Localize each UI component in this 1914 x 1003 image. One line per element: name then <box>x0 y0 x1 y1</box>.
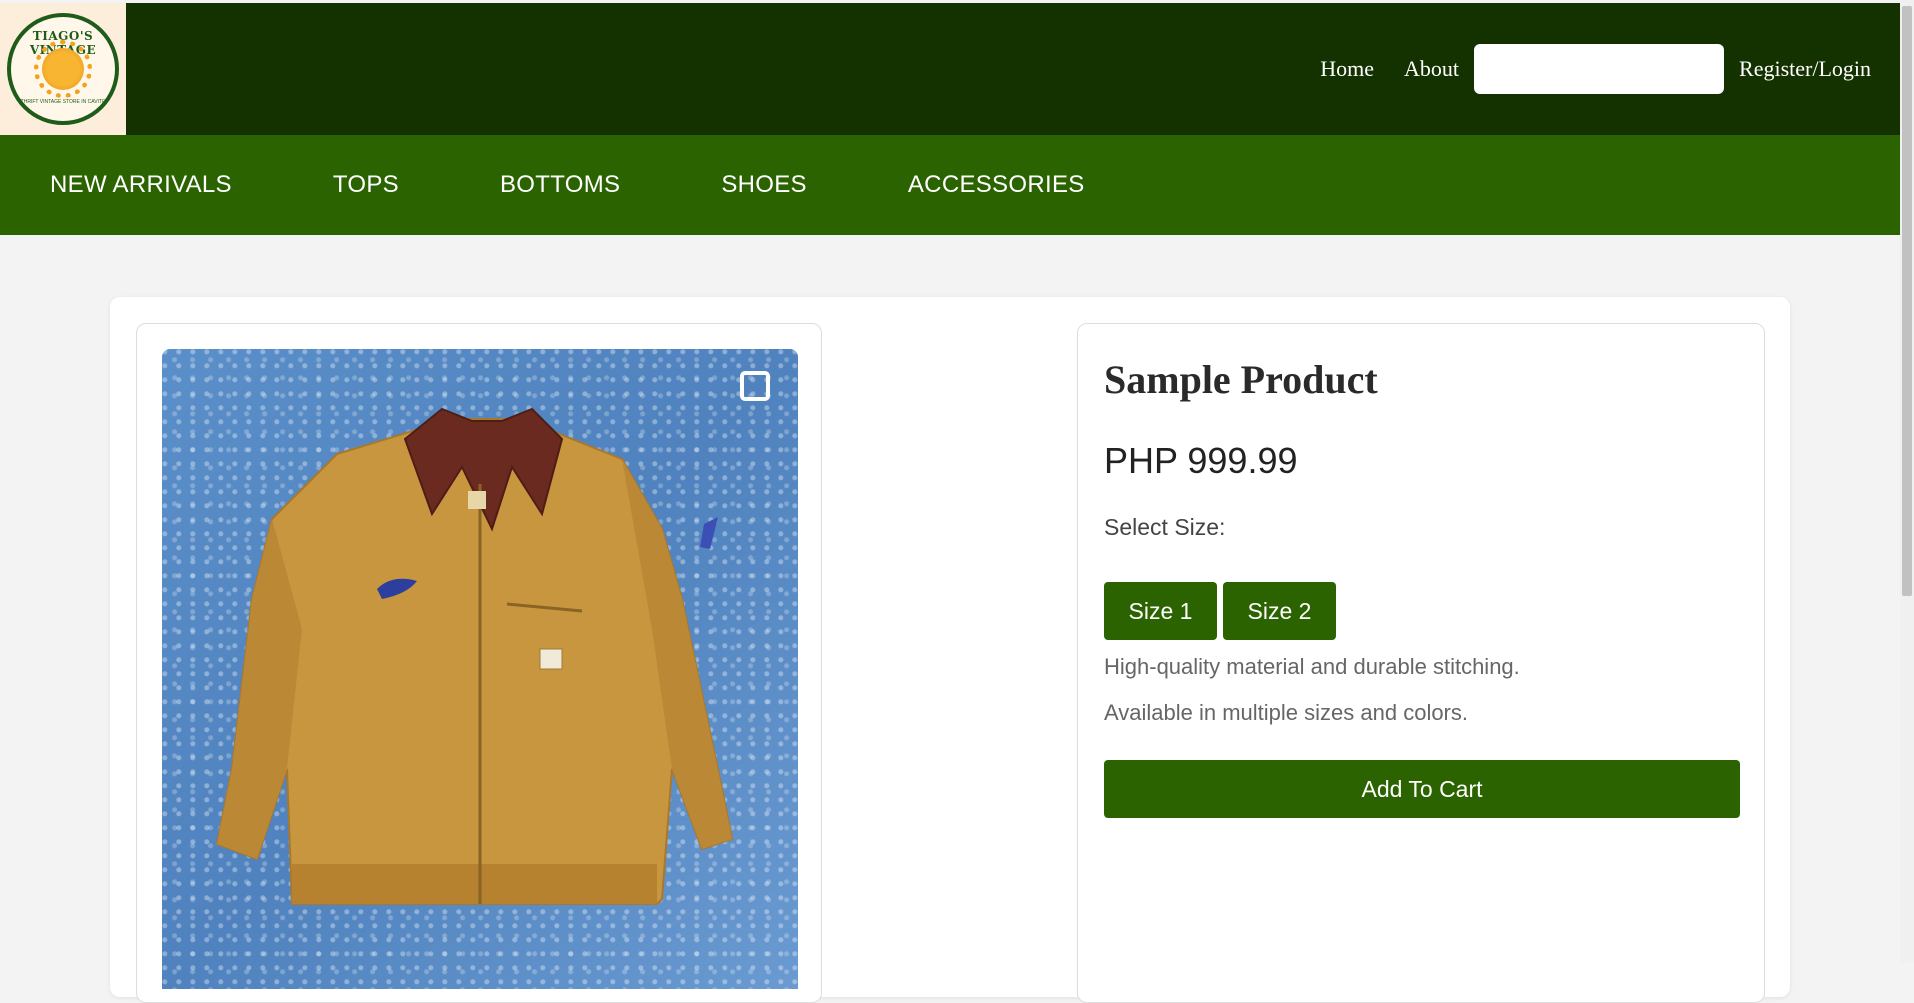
logo-subtext: THRIFT VINTAGE STORE IN CAVITE <box>20 99 106 105</box>
logo[interactable]: TIAGO'S VINTAGE THRIFT VINTAGE STORE IN … <box>0 3 126 135</box>
search-input[interactable] <box>1474 44 1725 94</box>
product-details-card: Sample Product PHP 999.99 Select Size: S… <box>1077 323 1765 1003</box>
nav-home-link[interactable]: Home <box>1305 56 1389 82</box>
size-2-button[interactable]: Size 2 <box>1223 582 1336 640</box>
size-1-button[interactable]: Size 1 <box>1104 582 1217 640</box>
category-tops[interactable]: TOPS <box>333 171 399 199</box>
nav-register-login-link[interactable]: Register/Login <box>1724 56 1886 82</box>
add-to-cart-button[interactable]: Add To Cart <box>1104 760 1740 818</box>
category-accessories[interactable]: ACCESSORIES <box>908 171 1085 199</box>
product-description-line-1: High-quality material and durable stitch… <box>1104 654 1520 679</box>
scrollbar-thumb[interactable] <box>1902 6 1912 596</box>
top-nav: Home About Register/Login <box>1305 3 1886 135</box>
size-options: Size 1 Size 2 <box>1104 582 1336 640</box>
jacket-illustration <box>215 407 734 905</box>
category-shoes[interactable]: SHOES <box>721 171 807 199</box>
image-select-checkbox[interactable] <box>740 371 770 401</box>
product-image <box>162 349 798 989</box>
logo-badge: TIAGO'S VINTAGE THRIFT VINTAGE STORE IN … <box>7 13 119 125</box>
category-nav: NEW ARRIVALS TOPS BOTTOMS SHOES ACCESSOR… <box>0 135 1900 235</box>
nav-about-link[interactable]: About <box>1389 56 1474 82</box>
top-header: TIAGO'S VINTAGE THRIFT VINTAGE STORE IN … <box>0 3 1900 135</box>
page-scrollbar[interactable] <box>1900 0 1914 962</box>
select-size-label: Select Size: <box>1104 514 1226 540</box>
sun-icon <box>34 40 92 98</box>
category-bottoms[interactable]: BOTTOMS <box>500 171 620 199</box>
product-title: Sample Product <box>1104 357 1378 402</box>
product-price: PHP 999.99 <box>1104 440 1298 481</box>
product-description-line-2: Available in multiple sizes and colors. <box>1104 700 1468 725</box>
product-image-card <box>136 323 822 1003</box>
category-new-arrivals[interactable]: NEW ARRIVALS <box>50 171 232 199</box>
